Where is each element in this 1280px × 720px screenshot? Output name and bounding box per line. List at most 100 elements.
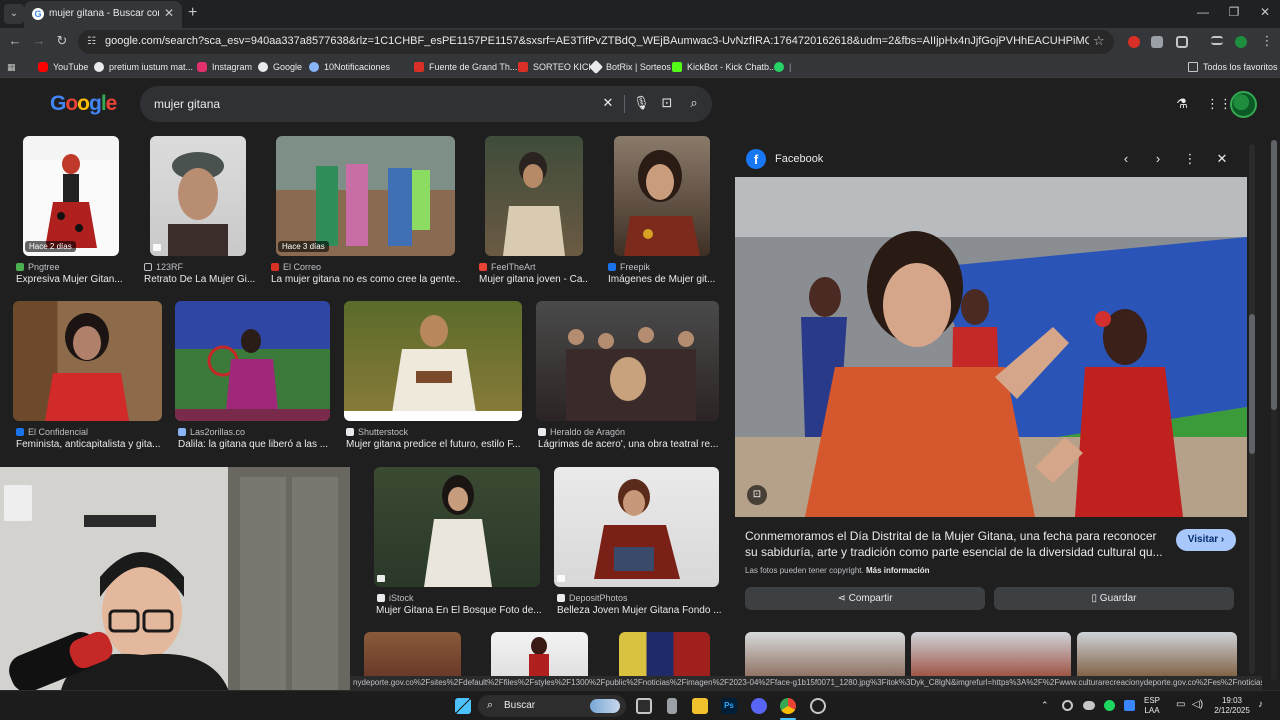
all-bookmarks-folder[interactable]: Todos los favoritos [1188,60,1278,74]
window-close-icon[interactable]: ✕ [1255,5,1275,19]
bookmark-kickbot[interactable]: KickBot - Kick Chatb... [672,60,777,74]
result-source-11[interactable]: DepositPhotos [557,593,628,603]
result-source-8[interactable]: Shutterstock [346,427,408,437]
result-caption-3[interactable]: La mujer gitana no es como cree la gente… [271,274,461,285]
windows-start-icon[interactable] [455,698,471,714]
site-info-icon[interactable]: ☷ [87,36,99,47]
url-text[interactable]: google.com/search?sca_esv=940aa337a85776… [105,35,1089,47]
result-image-5[interactable] [614,136,710,256]
account-avatar[interactable] [1230,91,1257,118]
panel-title[interactable]: Conmemoramos el Día Distrital de la Muje… [745,528,1170,560]
result-caption-2[interactable]: Retrato De La Mujer Gi... [144,274,259,285]
tab-search-menu-icon[interactable]: ⌄ [4,4,24,24]
app-tray-icon[interactable] [1124,700,1135,711]
result-caption-1[interactable]: Expresiva Mujer Gitan... [16,274,134,285]
notification-bell-icon[interactable]: ♪ [1258,700,1263,710]
tray-overflow-icon[interactable]: ⌃ [1041,700,1049,710]
close-panel-icon[interactable]: ✕ [1214,151,1230,167]
result-caption-4[interactable]: Mujer gitana joven - Ca... [479,274,589,285]
bookmark-whatsapp[interactable]: | [774,60,791,74]
active-tab[interactable]: G mujer gitana - Buscar con Google ✕ [24,1,182,28]
result-source-5[interactable]: Freepik [608,262,650,272]
related-image-3[interactable] [1077,632,1237,680]
result-source-2[interactable]: 123RF [144,262,183,272]
voice-search-icon[interactable]: 🎙 [633,95,650,111]
result-caption-9[interactable]: Lágrimas de acero', una obra teatral re.… [538,439,718,450]
bookmark-star-icon[interactable]: ☆ [1093,33,1105,49]
search-icon[interactable]: ⌕ [686,95,702,111]
more-info-link[interactable]: Más información [866,566,930,575]
result-image-7[interactable] [175,301,330,421]
result-source-1[interactable]: Pngtree [16,262,60,272]
discord-icon[interactable] [751,698,767,714]
more-options-icon[interactable]: ⋮ [1182,151,1198,167]
new-tab-icon[interactable]: + [188,4,197,22]
clock[interactable]: 19:03 2/12/2025 [1208,696,1256,716]
result-image-11[interactable] [554,467,719,587]
volume-icon[interactable]: ◁) [1192,700,1203,710]
result-source-6[interactable]: El Confidencial [16,427,88,437]
language-indicator[interactable]: ESP LAA [1144,696,1160,716]
file-explorer-icon[interactable] [692,698,708,714]
result-image-6[interactable] [13,301,162,421]
result-caption-10[interactable]: Mujer Gitana En El Bosque Foto de... [376,605,542,616]
result-image-4[interactable] [485,136,583,256]
clear-search-icon[interactable]: ✕ [600,95,616,111]
result-source-3[interactable]: El Correo [271,262,321,272]
visit-button[interactable]: Visitar › [1176,529,1236,551]
bookmark-instagram[interactable]: Instagram [197,60,252,74]
search-input[interactable]: mujer gitana [154,97,220,111]
result-caption-5[interactable]: Imágenes de Mujer git... [608,274,716,285]
minimize-icon[interactable]: — [1193,5,1213,19]
result-caption-7[interactable]: Dalila: la gitana que liberó a las ... [178,439,334,450]
lens-search-icon[interactable]: ⊡ [659,95,675,111]
back-icon[interactable]: ← [6,33,24,48]
onedrive-icon[interactable] [1083,701,1095,710]
related-image-1[interactable] [745,632,905,680]
labs-flask-icon[interactable]: ⚗ [1174,96,1190,112]
task-view-icon[interactable] [636,698,652,714]
bookmark-pretium[interactable]: pretium iustum mat... [94,60,193,74]
extension-card-icon[interactable] [1151,36,1163,48]
taskbar-search[interactable]: ⌕ Buscar [478,695,626,717]
result-caption-6[interactable]: Feminista, anticapitalista y gita... [16,439,164,450]
result-image-8[interactable] [344,301,522,421]
result-caption-11[interactable]: Belleza Joven Mujer Gitana Fondo ... [557,605,721,616]
previous-image-icon[interactable]: ‹ [1118,151,1134,166]
profile-avatar-icon[interactable] [1235,36,1247,48]
apps-grid-icon[interactable]: ▦ [7,60,16,74]
extension-red-icon[interactable] [1128,36,1140,48]
result-image-12[interactable] [364,632,461,676]
panel-scrollbar[interactable] [1249,144,1255,674]
sync-icon[interactable] [1062,700,1073,711]
result-image-3[interactable]: Hace 3 días [276,136,455,256]
page-scroll-thumb[interactable] [1271,140,1277,410]
result-image-14[interactable] [619,632,710,676]
share-button[interactable]: ⋖ Compartir [745,587,985,610]
restore-icon[interactable]: ❐ [1224,5,1244,19]
obs-icon[interactable] [810,698,826,714]
result-source-9[interactable]: Heraldo de Aragón [538,427,625,437]
xbox-icon[interactable] [1104,700,1115,711]
address-bar[interactable]: ☷ google.com/search?sca_esv=940aa337a857… [78,30,1114,54]
result-source-10[interactable]: iStock [377,593,414,603]
result-image-10[interactable] [374,467,540,587]
bookmark-10notificaciones[interactable]: 10Notificaciones [309,60,390,74]
bookmark-botrix[interactable]: BotRix | Sorteos [588,59,671,75]
forward-icon[interactable]: → [30,33,48,48]
result-image-2[interactable] [150,136,246,256]
bookmark-youtube[interactable]: YouTube [38,60,88,74]
extensions-puzzle-icon[interactable] [1176,36,1188,48]
preview-image[interactable]: ⊡ [735,177,1247,517]
reload-icon[interactable]: ↻ [53,33,71,49]
browser-menu-icon[interactable]: ⋮ [1258,33,1276,49]
next-image-icon[interactable]: › [1150,151,1166,166]
page-scrollbar[interactable] [1271,140,1277,680]
google-apps-icon[interactable]: ⋮⋮ [1206,96,1232,112]
panel-source-name[interactable]: Facebook [775,153,823,165]
network-icon[interactable]: ▭ [1176,700,1185,710]
result-image-9[interactable] [536,301,719,421]
save-button[interactable]: ▯ Guardar [994,587,1234,610]
google-logo[interactable]: Google [50,92,117,116]
result-caption-8[interactable]: Mujer gitana predice el futuro, estilo F… [346,439,524,450]
